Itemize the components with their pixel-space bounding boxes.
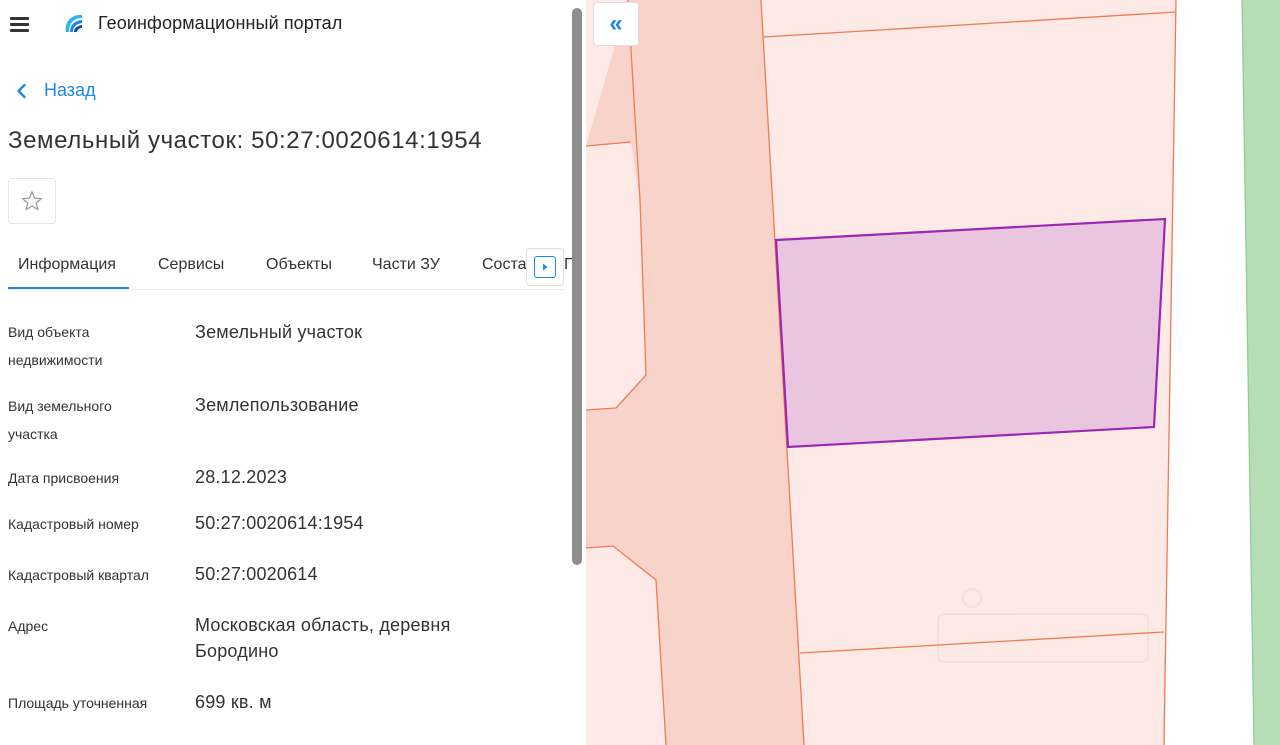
cadastral-map[interactable] xyxy=(586,0,1280,745)
favorite-button[interactable] xyxy=(8,178,56,224)
field-label-cadastral-block: Кадастровый квартал xyxy=(8,567,149,583)
app-title: Геоинформационный портал xyxy=(98,13,343,33)
field-value-cadastral-number: 50:27:0020614:1954 xyxy=(195,513,364,533)
map-view[interactable] xyxy=(586,0,1280,745)
selected-parcel[interactable] xyxy=(774,217,1167,449)
scrollbar-thumb[interactable] xyxy=(572,8,582,565)
field-label-assigned-date: Дата присвоения xyxy=(8,470,120,486)
tab-composition[interactable]: Соста xyxy=(482,256,527,274)
tabs-next-button[interactable] xyxy=(526,248,564,286)
field-label-object-type: Вид объекта недвижимости xyxy=(8,324,103,368)
tab-services[interactable]: Сервисы xyxy=(158,256,224,274)
caret-right-icon xyxy=(543,263,548,271)
field-value-object-type: Земельный участок xyxy=(195,322,363,342)
map-gap xyxy=(1164,0,1254,745)
tab-info[interactable]: Информация xyxy=(18,256,116,274)
portal-logo xyxy=(65,14,82,32)
field-label-area: Площадь уточненная xyxy=(8,695,148,711)
menu-icon[interactable] xyxy=(10,14,32,34)
field-value-cadastral-block: 50:27:0020614 xyxy=(195,564,318,584)
field-value-parcel-type: Землепользование xyxy=(195,395,359,415)
tab-objects[interactable]: Объекты xyxy=(266,256,332,274)
chevron-left-icon xyxy=(17,83,26,98)
field-label-parcel-type: Вид земельного участка xyxy=(8,398,112,442)
tab-parts[interactable]: Части ЗУ xyxy=(372,256,440,274)
field-value-address: Московская область, деревня Бородино xyxy=(195,615,451,661)
tab-bar: Информация Сервисы Объекты Части ЗУ Сост… xyxy=(8,246,564,290)
collapse-panel-button[interactable]: « xyxy=(593,2,639,46)
active-tab-indicator xyxy=(8,287,129,289)
double-chevron-left-icon: « xyxy=(609,10,623,37)
back-label: Назад xyxy=(44,80,96,100)
field-label-cadastral-number: Кадастровый номер xyxy=(8,516,139,532)
page-title: Земельный участок: 50:27:0020614:1954 xyxy=(8,127,483,154)
field-value-area: 699 кв. м xyxy=(195,692,272,712)
star-outline-icon xyxy=(21,191,43,211)
field-value-assigned-date: 28.12.2023 xyxy=(195,467,288,487)
panel-scrollbar[interactable] xyxy=(572,0,582,745)
back-link[interactable]: Назад xyxy=(12,80,96,101)
top-bar: Геоинформационный портал xyxy=(0,0,586,50)
field-label-address: Адрес xyxy=(8,618,49,634)
info-panel: Геоинформационный портал Назад Земельный… xyxy=(0,0,586,745)
